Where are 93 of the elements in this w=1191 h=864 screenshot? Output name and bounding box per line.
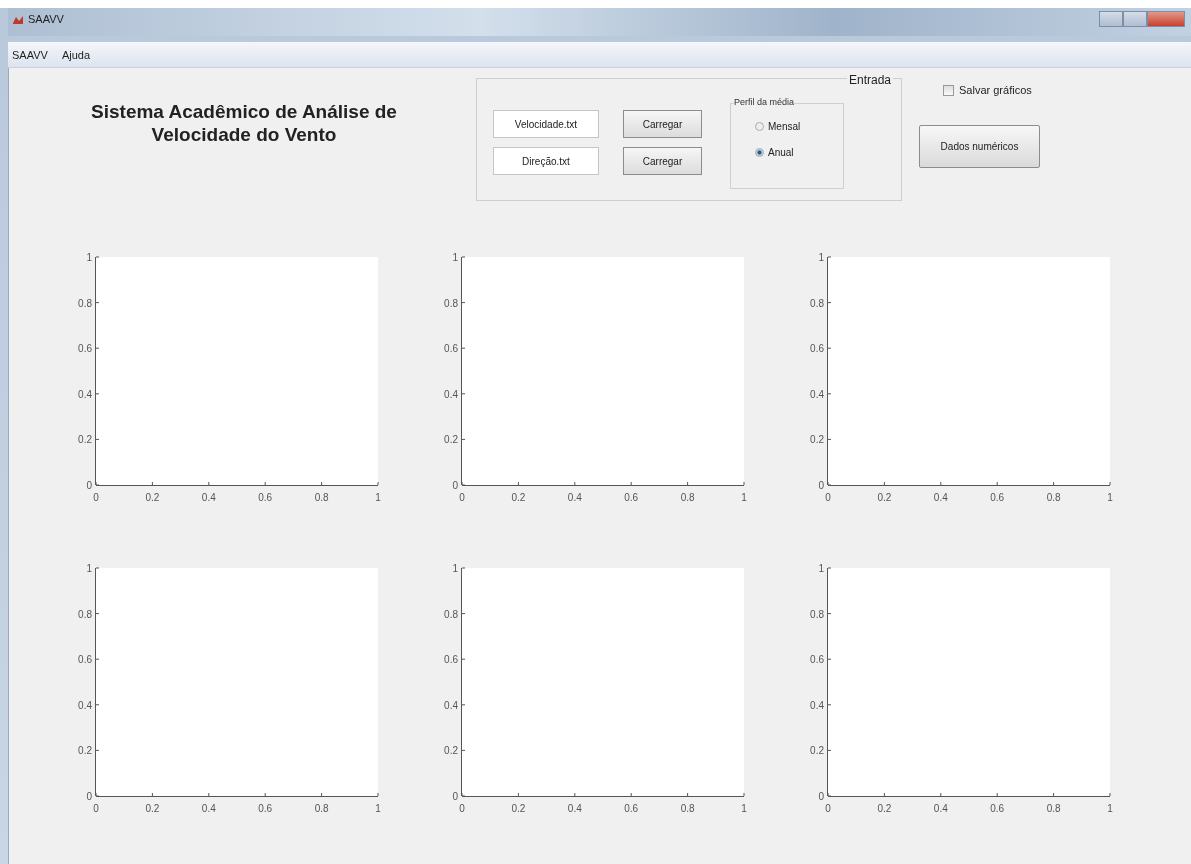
tick-label: 0 <box>825 803 831 814</box>
load-button[interactable]: Carregar <box>623 147 702 175</box>
tick-label: 0.8 <box>78 608 92 620</box>
tick-label: 0.6 <box>78 343 92 355</box>
tick-label: 0.6 <box>444 654 458 666</box>
tick-label: 0.6 <box>258 803 273 814</box>
checkbox-square[interactable] <box>943 84 954 96</box>
tick-label: 0.8 <box>1046 492 1061 503</box>
tick-label: 0 <box>818 791 824 802</box>
tick-label: 1 <box>375 803 381 814</box>
tick-label: 0.4 <box>810 699 824 711</box>
tick-label: 0.8 <box>444 608 458 620</box>
tick-label: 0 <box>452 480 458 491</box>
tick-label: 0.4 <box>933 492 948 503</box>
tick-label: 1 <box>86 563 92 574</box>
tick-label: 1 <box>1107 803 1113 814</box>
tick-label: 1 <box>452 563 458 574</box>
tick-label: 0.4 <box>201 803 216 814</box>
tick-label: 0.6 <box>810 654 824 666</box>
numeric-data-button[interactable]: Dados numéricos <box>919 125 1040 168</box>
tick-label: 0 <box>452 791 458 802</box>
tick-label: 0 <box>86 791 92 802</box>
tick-label: 0.2 <box>78 434 92 446</box>
tick-label: 0.6 <box>78 654 92 666</box>
tick-label: 0.8 <box>444 297 458 309</box>
file-field[interactable]: Direção.txt <box>493 147 599 175</box>
tick-label: 0 <box>825 492 831 503</box>
tick-label: 0.2 <box>145 803 160 814</box>
radio-option[interactable]: Anual <box>755 147 843 158</box>
tick-label: 0.6 <box>990 803 1005 814</box>
tick-label: 0.8 <box>810 608 824 620</box>
tick-label: 1 <box>375 492 381 503</box>
app-icon <box>12 14 24 26</box>
tick-label: 0 <box>459 492 465 503</box>
tick-label: 0 <box>93 803 99 814</box>
tick-label: 0.4 <box>78 388 92 400</box>
tick-label: 0.2 <box>444 434 458 446</box>
tick-label: 0.4 <box>567 803 582 814</box>
tick-label: 0.2 <box>145 492 160 503</box>
app-heading: Sistema Acadêmico de Análise de Velocidade do Vento <box>90 100 398 146</box>
tick-label: 0.8 <box>314 803 329 814</box>
tick-label: 0.8 <box>314 492 329 503</box>
group-title: Perfil da média <box>734 97 795 107</box>
tick-label: 1 <box>452 252 458 263</box>
tick-label: 0.2 <box>877 492 892 503</box>
tick-label: 0.2 <box>511 492 526 503</box>
tick-label: 0.4 <box>933 803 948 814</box>
tick-label: 0.2 <box>877 803 892 814</box>
tick-label: 0.8 <box>78 297 92 309</box>
tick-label: 0.2 <box>810 745 824 757</box>
tick-label: 1 <box>818 252 824 263</box>
tick-label: 0.4 <box>567 492 582 503</box>
tick-label: 0.4 <box>444 388 458 400</box>
radio-icon[interactable] <box>755 148 764 157</box>
close-button[interactable] <box>1147 11 1185 27</box>
tick-label: 0.8 <box>680 803 695 814</box>
radio-option[interactable]: Mensal <box>755 121 843 132</box>
tick-label: 1 <box>741 803 747 814</box>
save-charts-checkbox[interactable]: Salvar gráficos <box>943 84 1032 96</box>
radio-icon[interactable] <box>755 122 764 131</box>
tick-label: 0.8 <box>810 297 824 309</box>
tick-label: 0 <box>93 492 99 503</box>
tick-label: 0.4 <box>78 699 92 711</box>
window-title: SAAVV <box>28 13 64 25</box>
tick-label: 0.6 <box>624 803 639 814</box>
file-field[interactable]: Velocidade.txt <box>493 110 599 138</box>
panel-title: Entrada <box>846 73 893 87</box>
tick-label: 1 <box>86 252 92 263</box>
maximize-button[interactable] <box>1123 11 1147 27</box>
load-button[interactable]: Carregar <box>623 110 702 138</box>
tick-label: 0 <box>459 803 465 814</box>
tick-label: 0.4 <box>201 492 216 503</box>
tick-label: 0.6 <box>810 343 824 355</box>
tick-label: 0.2 <box>511 803 526 814</box>
tick-label: 1 <box>1107 492 1113 503</box>
tick-label: 0.2 <box>78 745 92 757</box>
tick-label: 0.8 <box>680 492 695 503</box>
tick-label: 0.2 <box>444 745 458 757</box>
tick-label: 0.2 <box>810 434 824 446</box>
tick-label: 0 <box>818 480 824 491</box>
tick-label: 1 <box>741 492 747 503</box>
tick-label: 0.6 <box>624 492 639 503</box>
tick-label: 1 <box>818 563 824 574</box>
menu-item[interactable]: Ajuda <box>61 48 90 61</box>
tick-label: 0.6 <box>258 492 273 503</box>
tick-label: 0 <box>86 480 92 491</box>
tick-label: 0.6 <box>990 492 1005 503</box>
tick-label: 0.8 <box>1046 803 1061 814</box>
tick-label: 0.4 <box>444 699 458 711</box>
tick-label: 0.6 <box>444 343 458 355</box>
menu-item[interactable]: SAAVV <box>12 48 48 61</box>
minimize-button[interactable] <box>1099 11 1123 27</box>
tick-label: 0.4 <box>810 388 824 400</box>
